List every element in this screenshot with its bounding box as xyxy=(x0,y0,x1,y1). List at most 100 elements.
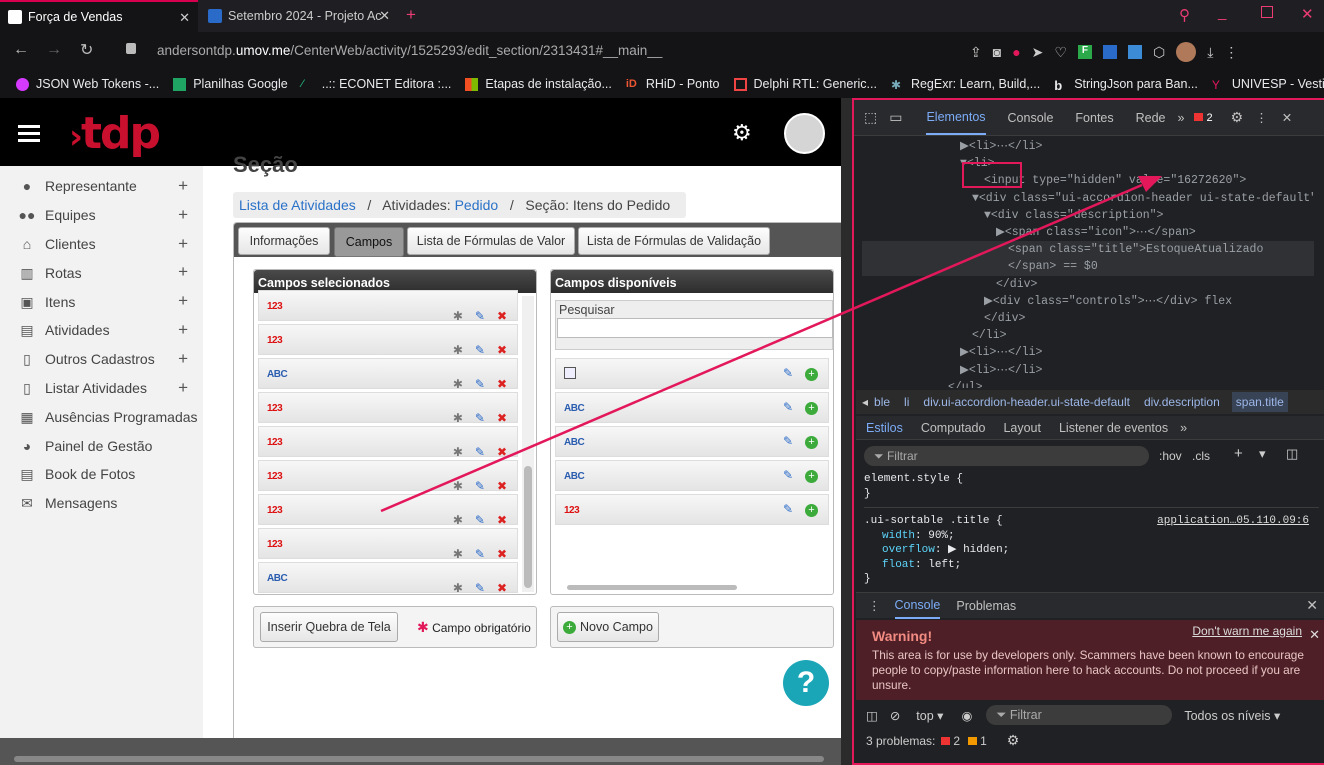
share-icon[interactable]: ⇪ xyxy=(970,44,982,61)
edit-pencil-icon[interactable]: ✎ xyxy=(475,309,485,323)
expand-plus-icon[interactable]: + xyxy=(178,234,188,254)
css-source-link[interactable]: application…05.110.09:6 xyxy=(1157,514,1309,529)
sidebar-item-itens[interactable]: ▣ Itens + xyxy=(0,287,203,316)
dom-node[interactable]: </div> xyxy=(862,310,1314,327)
dom-node[interactable]: ▼<li> xyxy=(862,155,1314,172)
bookmark-etapas[interactable]: Etapas de instalação... xyxy=(465,77,612,91)
css-prop[interactable]: width: 90%; xyxy=(864,529,1319,544)
page-horizontal-scrollbar[interactable] xyxy=(14,756,824,762)
crumb[interactable]: div.ui-accordion-header.ui-state-default xyxy=(923,395,1130,409)
edit-pencil-icon[interactable]: ✎ xyxy=(475,479,485,493)
settings-gear-icon[interactable]: ⚙ xyxy=(1231,109,1244,126)
tab-estilos[interactable]: Estilos xyxy=(866,421,903,435)
close-tab-icon[interactable]: ✕ xyxy=(179,10,190,26)
css-prop[interactable]: overflow: ▶ hidden; xyxy=(864,543,1319,558)
crumb[interactable]: ble xyxy=(874,395,890,409)
clear-console-icon[interactable]: ⊘ xyxy=(890,708,900,723)
available-field-row[interactable]: ✎ + xyxy=(555,358,829,389)
new-field-button[interactable]: + Novo Campo xyxy=(557,612,659,642)
selected-field-row[interactable]: 123 ✱ ✎ ✖ xyxy=(258,494,518,527)
hamburger-menu-icon[interactable] xyxy=(18,125,40,128)
remove-x-icon[interactable]: ✖ xyxy=(497,513,507,527)
tab-campos[interactable]: Campos xyxy=(334,227,404,257)
expand-plus-icon[interactable]: + xyxy=(178,176,188,196)
tab-listener[interactable]: Listener de eventos xyxy=(1059,421,1168,435)
remove-x-icon[interactable]: ✖ xyxy=(497,343,507,357)
required-star-icon[interactable]: ✱ xyxy=(453,479,463,493)
sidebar-item-ausencias[interactable]: ▦ Ausências Programadas xyxy=(0,402,203,431)
cls-toggle[interactable]: .cls xyxy=(1192,449,1210,463)
tab-rede[interactable]: Rede xyxy=(1136,111,1166,125)
camera-icon[interactable]: ◙ xyxy=(993,44,1001,60)
restore-icon[interactable] xyxy=(1261,6,1273,18)
page-break-button[interactable]: Inserir Quebra de Tela xyxy=(260,612,398,642)
required-star-icon[interactable]: ✱ xyxy=(453,445,463,459)
selected-field-row[interactable]: ABC ✱ ✎ ✖ xyxy=(258,358,518,391)
translate-icon[interactable] xyxy=(1127,45,1142,59)
available-field-row[interactable]: ABC ✎ + xyxy=(555,426,829,457)
cube-icon[interactable]: ⬡ xyxy=(1153,44,1165,61)
dom-node[interactable]: <input type="hidden" value="16272620"> xyxy=(862,172,1314,189)
tab-formulas-validacao[interactable]: Lista de Fórmulas de Validação xyxy=(578,227,770,255)
hov-toggle[interactable]: :hov xyxy=(1159,449,1182,463)
expand-plus-icon[interactable]: + xyxy=(178,349,188,369)
send-icon[interactable]: ➤ xyxy=(1032,44,1044,61)
scroll-left-icon[interactable]: ◂ xyxy=(862,395,868,409)
remove-x-icon[interactable]: ✖ xyxy=(497,445,507,459)
sidebar-icon[interactable]: ◫ xyxy=(866,708,878,723)
scrollbar-thumb[interactable] xyxy=(524,466,532,588)
expand-plus-icon[interactable]: + xyxy=(178,378,188,398)
forward-icon[interactable]: → xyxy=(46,41,62,59)
tab-fontes[interactable]: Fontes xyxy=(1075,111,1113,125)
bookmark-regexr[interactable]: ✱ RegExr: Learn, Build,... xyxy=(891,77,1040,92)
tab-formulas-valor[interactable]: Lista de Fórmulas de Valor xyxy=(407,227,575,255)
sidebar-toggle-icon[interactable]: ◫ xyxy=(1286,446,1298,462)
breadcrumb-link-pedido[interactable]: Pedido xyxy=(455,197,499,213)
available-field-row[interactable]: 123 ✎ + xyxy=(555,494,829,525)
drawer-menu-icon[interactable]: ⋮ xyxy=(868,598,881,613)
remove-x-icon[interactable]: ✖ xyxy=(497,309,507,323)
close-drawer-icon[interactable]: ✕ xyxy=(1306,597,1318,614)
selected-field-row[interactable]: 123 ✱ ✎ ✖ xyxy=(258,528,518,561)
dom-node[interactable]: ▶<li>⋯</li> xyxy=(862,138,1314,155)
logo[interactable]: ›tdp xyxy=(69,108,161,159)
expand-plus-icon[interactable]: + xyxy=(178,320,188,340)
close-devtools-icon[interactable]: ✕ xyxy=(1282,110,1292,125)
add-icon[interactable]: + xyxy=(805,504,818,517)
tab-layout[interactable]: Layout xyxy=(1003,421,1041,435)
reload-icon[interactable]: ↻ xyxy=(80,40,93,60)
edit-pencil-icon[interactable]: ✎ xyxy=(783,366,793,380)
edit-pencil-icon[interactable]: ✎ xyxy=(475,547,485,561)
error-count-badge[interactable]: 2 xyxy=(1194,112,1213,124)
close-window-icon[interactable]: ✕ xyxy=(1301,5,1314,23)
extension-blue-icon[interactable] xyxy=(1102,45,1117,59)
search-tabs-icon[interactable]: ⚲ xyxy=(1179,6,1190,24)
problems-summary[interactable]: 3 problemas: 2 1 ⚙ xyxy=(866,732,1019,749)
dom-node[interactable]: ▼<div class="description"> xyxy=(862,207,1314,224)
selected-field-row[interactable]: 123 ✱ ✎ ✖ xyxy=(258,426,518,459)
sidebar-item-rotas[interactable]: ▥ Rotas + xyxy=(0,258,203,287)
profile-avatar[interactable] xyxy=(1176,42,1197,62)
close-warning-icon[interactable]: ✕ xyxy=(1309,627,1320,643)
search-input[interactable] xyxy=(557,318,833,338)
tab-informacoes[interactable]: Informações xyxy=(238,227,330,255)
page-scrollbar[interactable] xyxy=(841,98,852,765)
required-star-icon[interactable]: ✱ xyxy=(453,547,463,561)
new-tab-icon[interactable]: + xyxy=(406,5,416,25)
edit-pencil-icon[interactable]: ✎ xyxy=(783,400,793,414)
help-button[interactable]: ? xyxy=(783,660,829,706)
drawer-tab-console[interactable]: Console xyxy=(894,593,941,619)
breadcrumb-link-lista[interactable]: Lista de Atividades xyxy=(239,197,356,213)
selected-field-row[interactable]: 123 ✱ ✎ ✖ xyxy=(258,460,518,493)
required-star-icon[interactable]: ✱ xyxy=(453,377,463,391)
context-select[interactable]: top ▾ xyxy=(916,708,943,723)
required-star-icon[interactable]: ✱ xyxy=(453,343,463,357)
dom-node[interactable]: ▼<div class="ui-accordion-header ui-stat… xyxy=(862,190,1314,207)
heart-icon[interactable]: ♡ xyxy=(1054,44,1067,61)
dont-warn-link[interactable]: Don't warn me again xyxy=(1192,624,1302,638)
sidebar-item-painel[interactable]: ◕ Painel de Gestão xyxy=(0,431,203,460)
add-icon[interactable]: + xyxy=(805,436,818,449)
extension-green-icon[interactable]: F xyxy=(1077,45,1092,59)
console-filter-input[interactable]: ⏷ Filtrar xyxy=(986,705,1173,725)
remove-x-icon[interactable]: ✖ xyxy=(497,479,507,493)
